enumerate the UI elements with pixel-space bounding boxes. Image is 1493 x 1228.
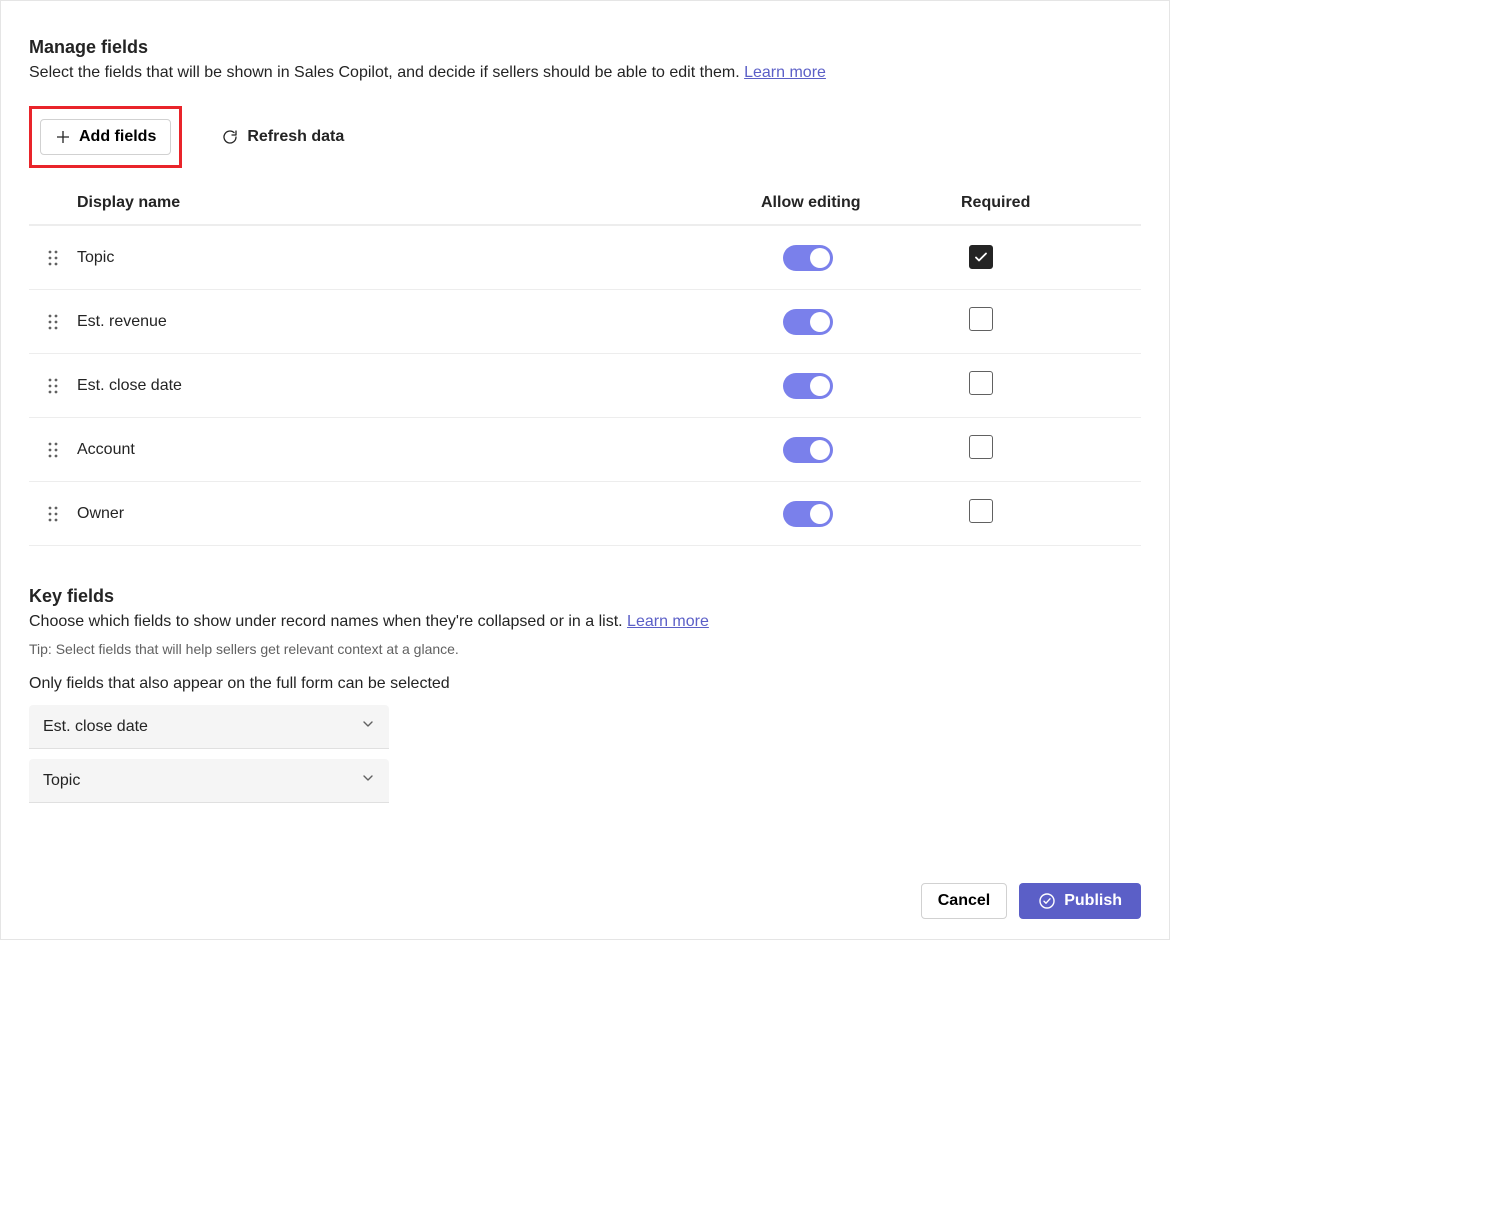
field-name: Topic (77, 249, 761, 267)
key-field-select-value: Est. close date (43, 718, 148, 736)
key-field-select[interactable]: Topic (29, 759, 389, 803)
required-checkbox[interactable] (969, 245, 993, 269)
allow-editing-toggle[interactable] (783, 437, 833, 463)
fields-table: Display name Allow editing Required Topi… (29, 184, 1141, 546)
manage-fields-panel: Manage fields Select the fields that wil… (0, 0, 1170, 940)
publish-label: Publish (1064, 892, 1122, 910)
col-display-name: Display name (77, 194, 761, 212)
drag-handle-icon[interactable] (29, 441, 77, 459)
field-name: Est. close date (77, 377, 761, 395)
key-field-select-value: Topic (43, 772, 80, 790)
table-row: Topic (29, 225, 1141, 289)
required-checkbox[interactable] (969, 435, 993, 459)
col-required: Required (961, 194, 1141, 212)
table-row: Est. close date (29, 353, 1141, 417)
key-fields-note: Only fields that also appear on the full… (29, 675, 1141, 693)
key-fields-description-text: Choose which fields to show under record… (29, 613, 623, 630)
chevron-down-icon (361, 771, 375, 790)
required-checkbox[interactable] (969, 371, 993, 395)
required-checkbox[interactable] (969, 307, 993, 331)
cancel-button[interactable]: Cancel (921, 883, 1007, 919)
field-name: Est. revenue (77, 313, 761, 331)
required-checkbox[interactable] (969, 499, 993, 523)
drag-handle-icon[interactable] (29, 249, 77, 267)
field-name: Owner (77, 505, 761, 523)
manage-fields-learn-more-link[interactable]: Learn more (744, 64, 826, 81)
table-header: Display name Allow editing Required (29, 184, 1141, 225)
key-fields-title: Key fields (29, 586, 1141, 607)
allow-editing-toggle[interactable] (783, 373, 833, 399)
footer: Cancel Publish (29, 883, 1141, 919)
manage-fields-description-text: Select the fields that will be shown in … (29, 64, 740, 81)
field-name: Account (77, 441, 761, 459)
chevron-down-icon (361, 717, 375, 736)
table-row: Owner (29, 481, 1141, 545)
key-fields-learn-more-link[interactable]: Learn more (627, 613, 709, 630)
add-fields-label: Add fields (79, 128, 156, 146)
add-fields-button[interactable]: Add fields (40, 119, 171, 155)
allow-editing-toggle[interactable] (783, 501, 833, 527)
drag-handle-icon[interactable] (29, 505, 77, 523)
toolbar: Add fields Refresh data (29, 106, 1141, 168)
drag-handle-icon[interactable] (29, 313, 77, 331)
allow-editing-toggle[interactable] (783, 245, 833, 271)
key-fields-description: Choose which fields to show under record… (29, 613, 1141, 631)
refresh-data-button[interactable]: Refresh data (206, 119, 359, 155)
key-fields-section: Key fields Choose which fields to show u… (29, 586, 1141, 803)
table-row: Account (29, 417, 1141, 481)
refresh-icon (221, 128, 239, 146)
allow-editing-toggle[interactable] (783, 309, 833, 335)
drag-handle-icon[interactable] (29, 377, 77, 395)
manage-fields-title: Manage fields (29, 37, 1141, 58)
key-fields-tip: Tip: Select fields that will help seller… (29, 641, 1141, 657)
refresh-data-label: Refresh data (247, 128, 344, 146)
table-row: Est. revenue (29, 289, 1141, 353)
publish-button[interactable]: Publish (1019, 883, 1141, 919)
col-allow-editing: Allow editing (761, 194, 961, 212)
manage-fields-description: Select the fields that will be shown in … (29, 64, 1141, 82)
add-fields-highlight: Add fields (29, 106, 182, 168)
plus-icon (55, 129, 71, 145)
key-field-select[interactable]: Est. close date (29, 705, 389, 749)
check-circle-icon (1038, 892, 1056, 910)
